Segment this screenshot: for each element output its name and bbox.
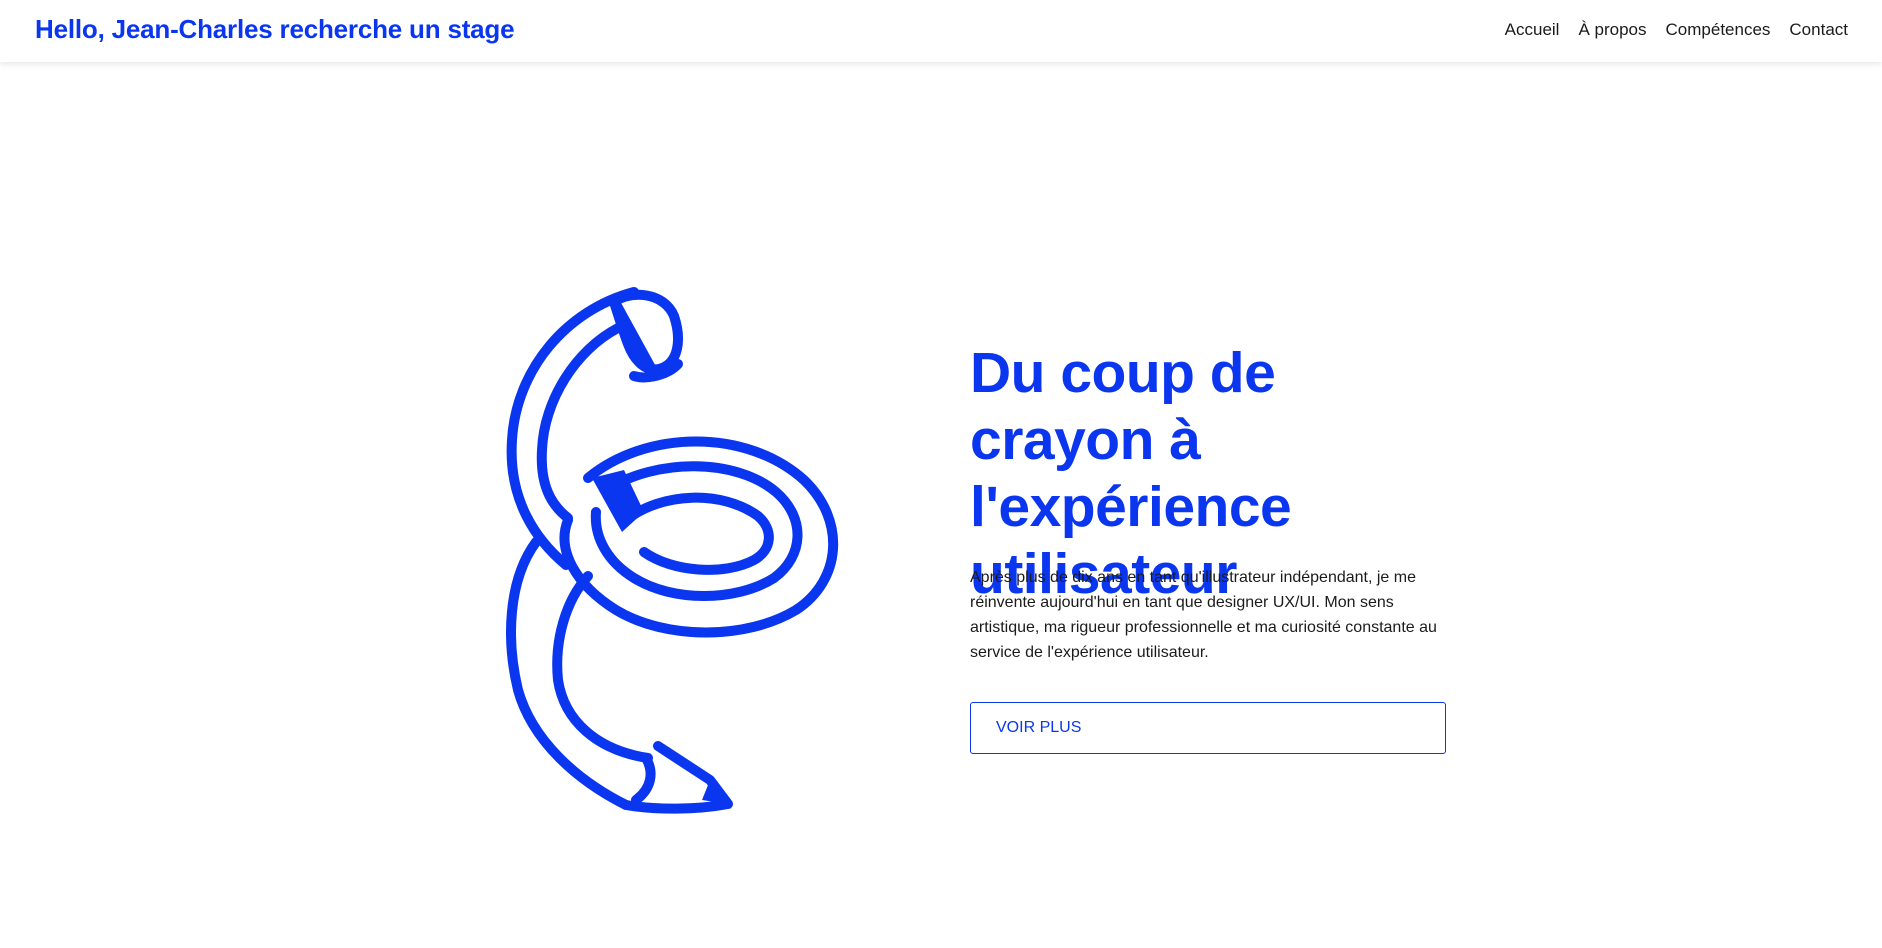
nav-link-competences[interactable]: Compétences bbox=[1666, 20, 1771, 40]
nav-link-accueil[interactable]: Accueil bbox=[1505, 20, 1560, 40]
main-nav: Accueil À propos Compétences Contact bbox=[1505, 20, 1848, 40]
pencil-spiral-illustration bbox=[496, 280, 856, 820]
nav-link-contact[interactable]: Contact bbox=[1789, 20, 1848, 40]
pencil-spiral-icon bbox=[506, 287, 838, 814]
voir-plus-button[interactable]: VOIR PLUS bbox=[970, 702, 1446, 754]
hero-description: Après plus de dix ans en tant qu'illustr… bbox=[970, 569, 1437, 661]
site-header: Hello, Jean-Charles recherche un stage A… bbox=[0, 0, 1882, 62]
site-brand-link[interactable]: Hello, Jean-Charles recherche un stage bbox=[35, 14, 515, 45]
nav-link-a-propos[interactable]: À propos bbox=[1578, 20, 1646, 40]
